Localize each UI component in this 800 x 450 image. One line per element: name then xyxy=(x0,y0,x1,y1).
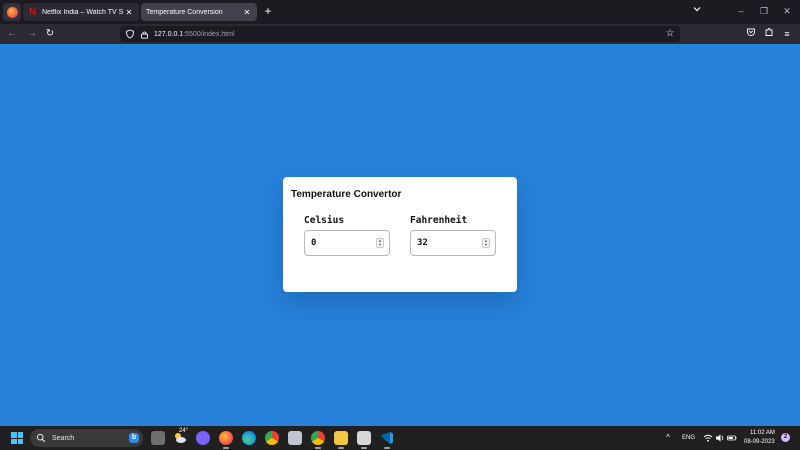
spin-down-icon[interactable]: ▼ xyxy=(484,243,488,247)
bing-icon[interactable]: b xyxy=(129,433,139,443)
search-icon xyxy=(36,433,46,443)
close-window-icon[interactable]: ✕ xyxy=(779,4,795,18)
vscode-icon[interactable] xyxy=(380,431,394,449)
volume-icon[interactable] xyxy=(715,433,725,443)
language-indicator[interactable]: ENG xyxy=(682,435,695,441)
tracking-shield-icon[interactable] xyxy=(125,29,135,39)
hamburger-menu-icon[interactable]: ≡ xyxy=(780,27,794,41)
new-tab-button[interactable]: + xyxy=(262,4,274,18)
clock-date[interactable]: 08-09-2023 xyxy=(744,439,775,445)
wifi-icon[interactable] xyxy=(703,433,713,443)
windows-start-icon[interactable] xyxy=(11,432,23,444)
tab-netflix[interactable]: N Netflix India – Watch TV Shows Online,… xyxy=(23,3,139,21)
tab-title: Temperature Conversion xyxy=(146,8,223,16)
tab-close-icon[interactable]: ✕ xyxy=(241,8,253,17)
minimize-icon[interactable]: – xyxy=(733,4,749,18)
snipping-tool-icon[interactable] xyxy=(357,431,371,449)
taskbar-search[interactable]: Search b xyxy=(30,429,143,447)
firefox-icon xyxy=(6,6,18,18)
forward-arrow-icon[interactable]: → xyxy=(25,27,39,41)
url-host: 127.0.0.1 xyxy=(154,30,184,38)
celsius-input[interactable] xyxy=(311,236,371,250)
fahrenheit-input[interactable] xyxy=(417,236,477,250)
netflix-icon: N xyxy=(29,6,37,18)
notification-badge[interactable]: 2 xyxy=(781,433,790,442)
card-title: Temperature Convertor xyxy=(291,189,402,200)
celsius-spinner[interactable]: ▲ ▼ xyxy=(376,238,384,248)
firefox-view-button[interactable] xyxy=(3,3,21,21)
file-explorer-icon[interactable] xyxy=(334,431,348,449)
list-all-tabs-chevron-icon[interactable] xyxy=(690,4,704,18)
fahrenheit-spinner[interactable]: ▲ ▼ xyxy=(482,238,490,248)
url-path: :5500/index.html xyxy=(183,30,235,38)
url-text[interactable]: 127.0.0.1:5500/index.html xyxy=(154,31,235,38)
extensions-puzzle-icon[interactable] xyxy=(762,27,776,41)
spin-down-icon[interactable]: ▼ xyxy=(378,243,382,247)
tab-temperature-conversion[interactable]: Temperature Conversion ✕ xyxy=(141,3,257,21)
bookmark-star-icon[interactable]: ☆ xyxy=(664,28,676,40)
fahrenheit-label: Fahrenheit xyxy=(410,215,468,226)
page-info-icon[interactable] xyxy=(140,30,149,39)
chrome-icon[interactable] xyxy=(265,431,279,445)
firefox-taskbar-icon[interactable] xyxy=(219,431,233,449)
celsius-label: Celsius xyxy=(304,215,345,226)
back-arrow-icon[interactable]: ← xyxy=(5,27,19,41)
tab-close-icon[interactable]: ✕ xyxy=(123,8,135,17)
task-view-icon[interactable] xyxy=(151,431,165,445)
photos-icon[interactable] xyxy=(288,431,302,445)
fahrenheit-field[interactable]: ▲ ▼ xyxy=(410,230,496,256)
taskbar: Search b 24° ^ ENG 11:02 AM 08-09-2023 2 xyxy=(0,426,800,450)
teams-chat-icon[interactable] xyxy=(196,431,210,445)
converter-card: Temperature Convertor Celsius ▲ ▼ Fahren… xyxy=(283,177,517,292)
tab-title: Netflix India – Watch TV Shows Online, W… xyxy=(42,8,123,16)
show-hidden-icons-chevron-icon[interactable]: ^ xyxy=(663,433,673,443)
pocket-icon[interactable] xyxy=(744,27,758,41)
search-label: Search xyxy=(52,434,75,442)
celsius-field[interactable]: ▲ ▼ xyxy=(304,230,390,256)
reload-icon[interactable]: ↻ xyxy=(43,27,57,41)
edge-icon[interactable] xyxy=(242,431,256,445)
navigation-toolbar: ← → ↻ 127.0.0.1:5500/index.html ☆ ≡ xyxy=(0,24,800,44)
restore-icon[interactable]: ❐ xyxy=(756,4,772,18)
battery-icon[interactable] xyxy=(727,433,737,443)
tab-strip: N Netflix India – Watch TV Shows Online,… xyxy=(0,0,800,24)
clock-time[interactable]: 11:02 AM xyxy=(750,430,775,436)
chrome-profile-icon[interactable] xyxy=(311,431,325,449)
page-viewport: Temperature Convertor Celsius ▲ ▼ Fahren… xyxy=(0,44,800,426)
url-bar[interactable]: 127.0.0.1:5500/index.html ☆ xyxy=(120,26,680,42)
weather-temperature: 24° xyxy=(179,428,189,434)
